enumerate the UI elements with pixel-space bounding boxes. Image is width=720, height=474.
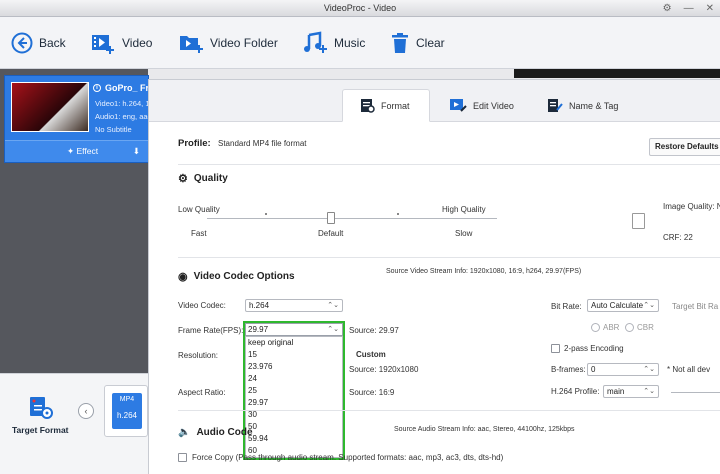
tab-name-tag[interactable]: Name & Tag [547, 89, 618, 122]
video-codec-select[interactable]: h.264 ⌃⌄ [245, 299, 343, 312]
window-title: VideoProc - Video [323, 3, 397, 13]
aspect-ratio-label: Aspect Ratio: [178, 388, 226, 397]
slider-tick [397, 213, 399, 215]
fps-source: Source: 29.97 [349, 326, 399, 335]
h264-profile-label: H.264 Profile: [551, 387, 600, 396]
subtitle-info: No Subtitle [95, 125, 132, 134]
chevron-left-icon[interactable]: ‹ [78, 403, 94, 419]
video-thumbnail [11, 82, 89, 132]
back-button[interactable]: Back [11, 29, 66, 57]
add-music-button[interactable]: Music [302, 29, 365, 57]
gear-icon[interactable]: ⚙ [663, 0, 672, 17]
resolution-label: Resolution: [178, 351, 219, 360]
image-quality-label: Image Quality: N [663, 202, 720, 211]
add-video-button[interactable]: Video [90, 29, 152, 57]
cbr-radio[interactable] [625, 323, 634, 332]
target-format-panel: Target Format ‹ MP4 h.264 [0, 373, 148, 474]
tab-format[interactable]: Format [342, 89, 430, 122]
video-codec-section-title: ◉ Video Codec Options [178, 271, 295, 283]
dropdown-highlight-box [243, 321, 345, 460]
audio-stream-info: Audio1: eng, aac [95, 112, 152, 121]
target-format-icon[interactable] [28, 396, 54, 420]
bframes-note: * Not all dev [667, 365, 711, 374]
bframes-stepper[interactable]: 0 ⌃⌄ [587, 363, 659, 376]
effect-button[interactable]: ✦ Effect [67, 146, 98, 157]
chevron-updown-icon: ⌃⌄ [643, 388, 655, 395]
clear-button[interactable]: Clear [390, 29, 445, 57]
force-copy-checkbox[interactable] [178, 453, 187, 462]
video-item-actions: ✦ Effect ⬇ [5, 140, 148, 162]
tab-edit-video[interactable]: Edit Video [449, 89, 514, 122]
format-icon [361, 99, 375, 113]
restore-defaults-button[interactable]: Restore Defaults [649, 138, 720, 156]
low-quality-label: Low Quality [178, 205, 220, 214]
bitrate-label: Bit Rate: [551, 302, 582, 311]
video-add-icon [92, 35, 114, 54]
settings-dialog: Format Edit Video Name & Tag Profile: St… [148, 79, 720, 474]
bframes-label: B-frames: [551, 365, 586, 374]
h264-profile-select[interactable]: main ⌃⌄ [603, 385, 659, 398]
format-card-mp4[interactable]: MP4 h.264 [104, 385, 148, 437]
video-item[interactable]: i GoPro_ Fre Video1: h.264, 19 Audio1: e… [4, 75, 154, 163]
high-quality-label: High Quality [442, 205, 486, 214]
crf-value: CRF: 22 [663, 233, 693, 242]
title-bar: VideoProc - Video ⚙ — ✕ [0, 0, 720, 17]
default-label: Default [318, 229, 344, 238]
video-codec-label: Video Codec: [178, 301, 226, 310]
edit-video-icon [450, 99, 467, 112]
preview-strip [514, 69, 720, 78]
settings-tabs: Format Edit Video Name & Tag [149, 80, 720, 122]
slow-label: Slow [455, 229, 473, 238]
quality-slider-track[interactable] [207, 218, 497, 219]
folder-add-icon [180, 36, 203, 53]
trash-icon [392, 33, 408, 53]
custom-resolution-label: Custom [356, 350, 386, 359]
mp4-format-icon: MP4 h.264 [112, 393, 142, 429]
chevron-updown-icon: ⌃⌄ [643, 366, 655, 373]
two-pass-checkbox[interactable] [551, 344, 560, 353]
abr-label: ABR [603, 323, 620, 332]
gear-icon: ⚙ [178, 173, 188, 185]
chevron-updown-icon: ⌃⌄ [327, 302, 339, 309]
cbr-label: CBR [637, 323, 654, 332]
resolution-source: Source: 1920x1080 [349, 365, 419, 374]
aspect-source: Source: 16:9 [349, 388, 395, 397]
audio-source-info: Source Audio Stream Info: aac, Stereo, 4… [394, 426, 575, 433]
target-format-label: Target Format [12, 425, 69, 435]
slider-tick [265, 213, 267, 215]
document-icon [632, 213, 645, 229]
download-icon[interactable]: ⬇ [133, 146, 140, 157]
quality-section-title: ⚙ Quality [178, 173, 228, 185]
music-add-icon [304, 31, 327, 53]
film-reel-icon: ◉ [178, 271, 188, 283]
main-toolbar: Back Video Video Folder Music Clear [0, 17, 720, 69]
profile-slider-track[interactable] [671, 392, 720, 393]
divider [178, 410, 720, 411]
video-title: GoPro_ Fre [105, 83, 155, 93]
profile-value: Standard MP4 file format [218, 139, 307, 148]
abr-radio[interactable] [591, 323, 600, 332]
add-video-folder-button[interactable]: Video Folder [178, 29, 278, 57]
wand-icon: ✦ [67, 146, 75, 156]
bitrate-select[interactable]: Auto Calculate ⌃⌄ [587, 299, 659, 312]
divider [178, 257, 720, 258]
minimize-icon[interactable]: — [684, 0, 694, 17]
force-copy-label: Force Copy (Pass through audio stream. S… [192, 453, 504, 462]
quality-slider-thumb[interactable] [327, 212, 335, 224]
frame-rate-label: Frame Rate(FPS): [178, 326, 244, 335]
two-pass-label: 2-pass Encoding [564, 344, 624, 353]
audio-codec-section-title: 🔈 Audio Code [178, 427, 253, 438]
target-bitrate-label: Target Bit Ra [672, 302, 719, 311]
chevron-updown-icon: ⌃⌄ [643, 302, 655, 309]
fast-label: Fast [191, 229, 207, 238]
video-stream-info: Video1: h.264, 19 [95, 99, 154, 108]
name-tag-icon [548, 99, 563, 112]
close-icon[interactable]: ✕ [706, 0, 714, 17]
divider [178, 164, 720, 165]
video-source-info: Source Video Stream Info: 1920x1080, 16:… [386, 268, 582, 275]
speaker-icon: 🔈 [178, 427, 191, 438]
info-icon[interactable]: i [93, 84, 101, 92]
back-arrow-icon [11, 32, 33, 54]
profile-label: Profile: [178, 138, 211, 149]
